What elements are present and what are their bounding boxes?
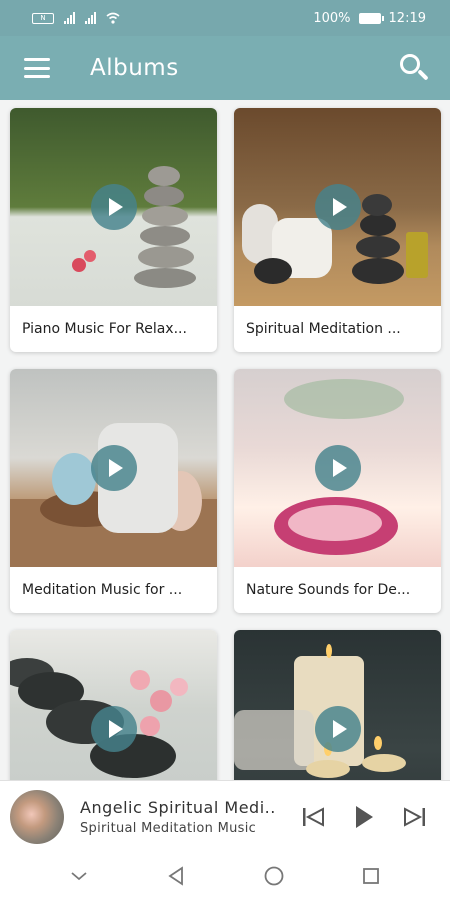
wifi-icon — [106, 12, 120, 24]
play-icon[interactable] — [350, 803, 378, 831]
album-card[interactable]: Nature Sounds for De... — [234, 369, 441, 613]
player-controls — [300, 803, 440, 831]
hamburger-icon[interactable] — [24, 58, 50, 78]
album-thumbnail — [10, 108, 217, 306]
play-icon[interactable] — [314, 184, 361, 230]
album-card[interactable]: Piano Music For Relax... — [10, 108, 217, 352]
page-title: Albums — [90, 55, 179, 81]
album-title: Piano Music For Relax... — [22, 321, 187, 337]
now-playing-artwork[interactable] — [10, 789, 64, 844]
album-title: Spiritual Meditation ... — [246, 321, 401, 337]
album-thumbnail — [234, 369, 441, 567]
album-title: Meditation Music for ... — [22, 582, 183, 598]
play-icon[interactable] — [90, 445, 137, 491]
app-bar: Albums — [0, 36, 450, 100]
album-thumbnail — [10, 630, 217, 780]
search-icon[interactable] — [398, 52, 430, 84]
system-nav-bar — [0, 852, 450, 900]
album-thumbnail — [234, 108, 441, 306]
now-playing-info[interactable]: Angelic Spiritual Medi.. Spiritual Medit… — [80, 798, 285, 836]
home-icon[interactable] — [259, 861, 289, 891]
mini-player[interactable]: Angelic Spiritual Medi.. Spiritual Medit… — [0, 780, 450, 852]
status-right: 100% 12:19 — [313, 11, 426, 26]
battery-icon — [358, 12, 384, 24]
album-card[interactable]: Spiritual Meditation ... — [234, 108, 441, 352]
now-playing-subtitle: Spiritual Meditation Music — [80, 820, 257, 836]
recents-icon[interactable] — [356, 861, 386, 891]
skip-next-icon[interactable] — [400, 803, 428, 831]
play-icon[interactable] — [314, 445, 361, 491]
album-card[interactable]: Meditation Music for ... — [10, 369, 217, 613]
chevron-down-icon[interactable] — [64, 861, 94, 891]
signal-icon — [64, 12, 75, 24]
nfc-icon: N — [32, 12, 54, 24]
play-icon[interactable] — [90, 706, 137, 752]
album-card[interactable] — [10, 630, 217, 780]
signal-icon — [85, 12, 96, 24]
skip-previous-icon[interactable] — [300, 803, 328, 831]
status-left-icons: N — [32, 12, 120, 24]
album-title: Nature Sounds for De... — [246, 582, 411, 598]
now-playing-title: Angelic Spiritual Medi.. — [80, 797, 276, 817]
battery-percent: 100% — [313, 10, 351, 26]
album-card[interactable] — [234, 630, 441, 780]
back-icon[interactable] — [161, 861, 191, 891]
play-icon[interactable] — [314, 706, 361, 752]
album-thumbnail — [234, 630, 441, 780]
album-thumbnail — [10, 369, 217, 567]
play-icon[interactable] — [90, 184, 137, 230]
clock: 12:19 — [388, 10, 426, 26]
album-grid: Piano Music For Relax... Spiritual Medit… — [0, 100, 450, 780]
status-bar: N 100% 12:19 — [0, 0, 450, 36]
